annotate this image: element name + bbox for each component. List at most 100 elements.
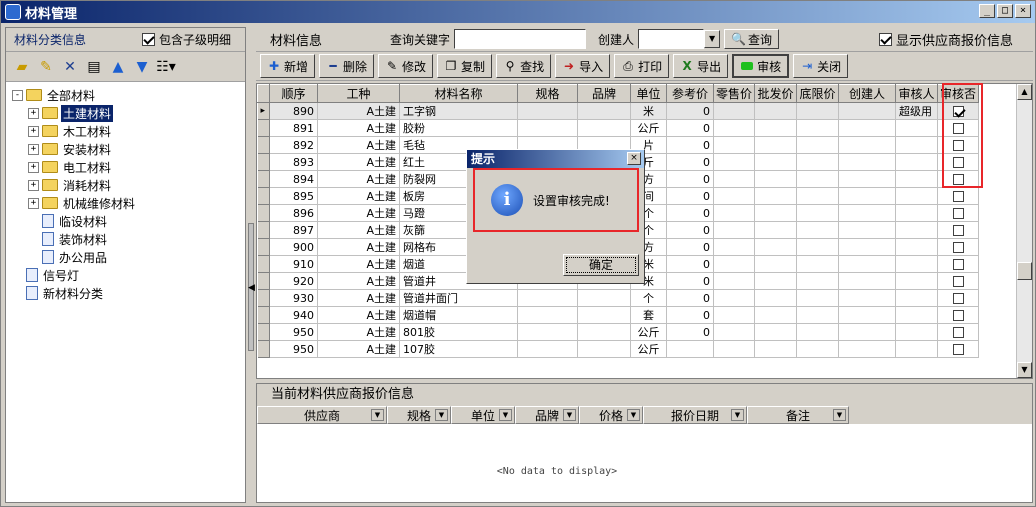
grid-cell[interactable]: 胶粉	[399, 119, 518, 137]
grid-cell[interactable]	[838, 170, 896, 188]
grid-cell[interactable]	[796, 153, 839, 171]
grid-cell[interactable]	[895, 119, 938, 137]
tree-node[interactable]: + 电工材料	[12, 158, 245, 176]
grid-cell[interactable]	[713, 255, 755, 273]
expand-icon[interactable]: +	[28, 107, 39, 119]
grid-column-header[interactable]: 创建人	[838, 84, 896, 103]
grid-cell[interactable]: A土建	[317, 323, 400, 341]
grid-cell[interactable]	[895, 238, 938, 256]
audit-checkbox[interactable]	[952, 344, 964, 355]
new-folder-icon[interactable]: ▰	[12, 57, 32, 77]
grid-cell[interactable]	[895, 255, 938, 273]
grid-cell[interactable]	[754, 306, 797, 324]
grid-column-header[interactable]: 单位	[630, 84, 667, 103]
grid-cell[interactable]: 0	[666, 119, 714, 137]
close-window-button[interactable]: ×	[1015, 4, 1031, 18]
expand-icon[interactable]: +	[28, 197, 39, 209]
grid-cell[interactable]: A土建	[317, 136, 400, 154]
grid-cell[interactable]	[713, 323, 755, 341]
grid-cell[interactable]: 0	[666, 170, 714, 188]
delete-button[interactable]: ━ 删除	[319, 54, 375, 78]
grid-cell[interactable]	[713, 102, 755, 120]
grid-cell[interactable]	[713, 170, 755, 188]
tree-node[interactable]: 新材料分类	[12, 284, 245, 302]
grid-cell[interactable]	[666, 340, 714, 358]
grid-cell[interactable]	[713, 204, 755, 222]
tree-node[interactable]: 临设材料	[12, 212, 245, 230]
grid-cell[interactable]	[796, 289, 839, 307]
grid-cell[interactable]: 891	[269, 119, 318, 137]
export-button[interactable]: X 导出	[673, 54, 729, 78]
grid-cell[interactable]	[796, 221, 839, 239]
grid-cell[interactable]: 公斤	[630, 323, 667, 341]
grid-cell[interactable]: A土建	[317, 306, 400, 324]
filter-dropdown-icon[interactable]: ▼	[435, 409, 448, 421]
grid-cell[interactable]: 0	[666, 323, 714, 341]
grid-cell[interactable]	[517, 340, 578, 358]
grid-cell[interactable]	[796, 238, 839, 256]
grid-cell[interactable]	[713, 340, 755, 358]
find-button[interactable]: ⚲ 查找	[496, 54, 552, 78]
delete-icon[interactable]: ✕	[60, 57, 80, 77]
audit-checkbox[interactable]	[952, 225, 964, 236]
grid-cell[interactable]	[895, 204, 938, 222]
audit-checkbox[interactable]	[952, 208, 964, 219]
table-row[interactable]: 891 A土建 胶粉 公斤 0	[257, 119, 979, 137]
tree-node[interactable]: 装饰材料	[12, 230, 245, 248]
grid-column-header[interactable]: 规格	[517, 84, 578, 103]
grid-column-header[interactable]: 工种	[317, 84, 400, 103]
grid-cell[interactable]: 107胶	[399, 340, 518, 358]
audit-checkbox[interactable]	[952, 327, 964, 338]
move-down-icon[interactable]: ▼	[132, 57, 152, 77]
supplier-column-header[interactable]: 备注 ▼	[747, 406, 849, 424]
grid-cell[interactable]	[754, 255, 797, 273]
filter-dropdown-icon[interactable]: ▼	[499, 409, 512, 421]
grid-cell[interactable]: 工字钢	[399, 102, 518, 120]
grid-cell[interactable]	[754, 238, 797, 256]
collapse-arrow-icon[interactable]: ◀	[248, 283, 255, 293]
grid-cell[interactable]	[796, 306, 839, 324]
audit-cell[interactable]	[937, 102, 979, 120]
grid-cell[interactable]	[838, 238, 896, 256]
grid-cell[interactable]	[796, 272, 839, 290]
audit-cell[interactable]	[937, 340, 979, 358]
grid-cell[interactable]: A土建	[317, 255, 400, 273]
tree-options-icon[interactable]: ☷▾	[156, 57, 176, 77]
grid-cell[interactable]	[838, 255, 896, 273]
grid-cell[interactable]: 910	[269, 255, 318, 273]
tree-node[interactable]: + 土建材料	[12, 104, 245, 122]
grid-cell[interactable]	[838, 204, 896, 222]
tree-node[interactable]: 信号灯	[12, 266, 245, 284]
grid-cell[interactable]	[713, 272, 755, 290]
filter-dropdown-icon[interactable]: ▼	[627, 409, 640, 421]
grid-cell[interactable]: 930	[269, 289, 318, 307]
grid-cell[interactable]	[838, 136, 896, 154]
grid-cell[interactable]	[895, 323, 938, 341]
grid-cell[interactable]	[796, 119, 839, 137]
supplier-column-header[interactable]: 供应商 ▼	[257, 406, 387, 424]
audit-cell[interactable]	[937, 306, 979, 324]
grid-cell[interactable]: 801胶	[399, 323, 518, 341]
grid-cell[interactable]	[577, 119, 631, 137]
grid-column-header[interactable]: 审核否	[937, 84, 979, 103]
panel-splitter[interactable]: ◀	[247, 27, 255, 503]
filter-dropdown-icon[interactable]: ▼	[833, 409, 846, 421]
grid-cell[interactable]: A土建	[317, 289, 400, 307]
audit-checkbox[interactable]	[952, 191, 964, 202]
grid-cell[interactable]	[754, 221, 797, 239]
expand-icon[interactable]: +	[28, 143, 39, 155]
maximize-button[interactable]: □	[997, 4, 1013, 18]
grid-cell[interactable]: 896	[269, 204, 318, 222]
audit-cell[interactable]	[937, 221, 979, 239]
edit-button[interactable]: ✎ 修改	[378, 54, 434, 78]
grid-cell[interactable]	[838, 153, 896, 171]
grid-cell[interactable]: 0	[666, 153, 714, 171]
audit-checkbox[interactable]	[952, 259, 964, 270]
grid-cell[interactable]	[517, 102, 578, 120]
grid-cell[interactable]: A土建	[317, 170, 400, 188]
collapse-icon[interactable]: -	[12, 89, 23, 101]
filter-dropdown-icon[interactable]: ▼	[731, 409, 744, 421]
grid-cell[interactable]: 892	[269, 136, 318, 154]
grid-cell[interactable]: 0	[666, 238, 714, 256]
filter-dropdown-icon[interactable]: ▼	[371, 409, 384, 421]
